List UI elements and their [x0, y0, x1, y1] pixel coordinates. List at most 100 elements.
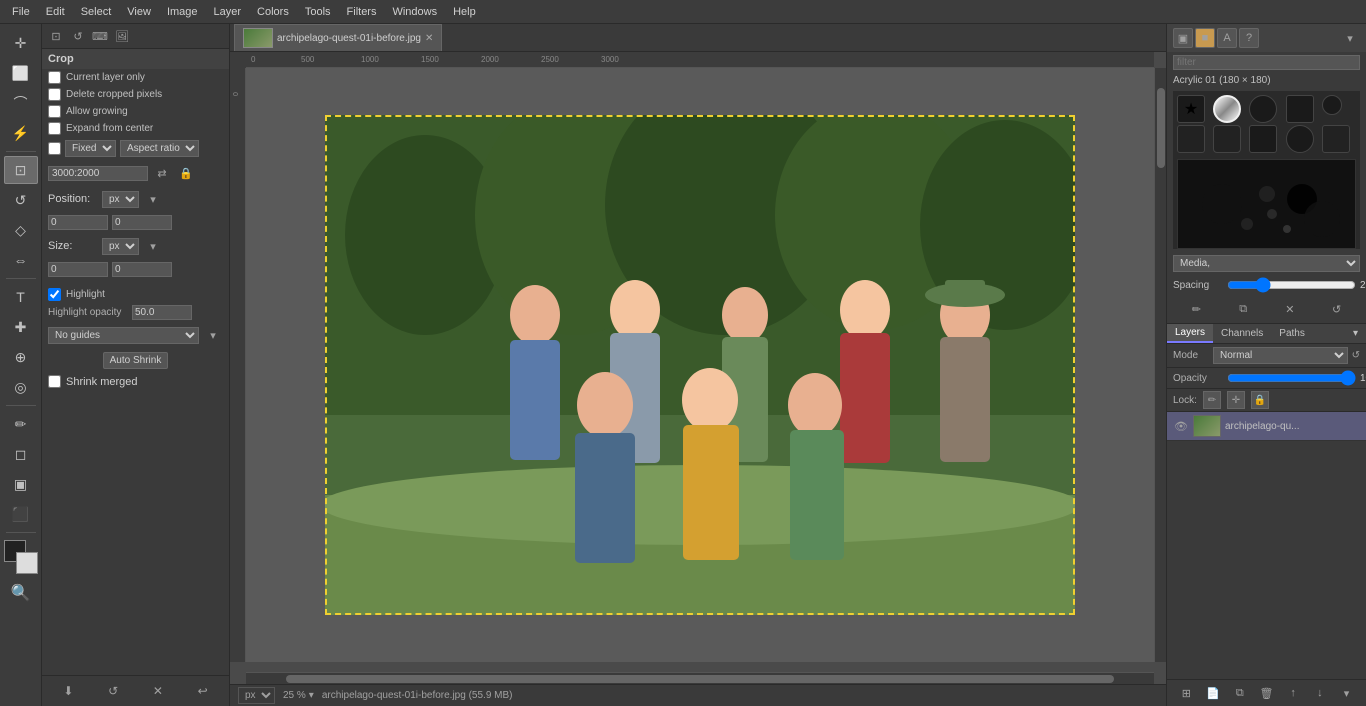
rotate-tool[interactable]: ↺: [4, 186, 38, 214]
brush-text-icon[interactable]: A: [1217, 28, 1237, 48]
current-layer-checkbox[interactable]: [48, 71, 61, 84]
canvas-tab-main[interactable]: archipelago-quest-01i-before.jpg ✕: [234, 24, 442, 51]
brush-delete-icon[interactable]: ✕: [1279, 298, 1301, 320]
position-x-input[interactable]: [48, 215, 108, 230]
brush-swatch-circle1[interactable]: [1322, 95, 1342, 115]
paint-tool[interactable]: ✏: [4, 410, 38, 438]
scrollbar-thumb-h[interactable]: [286, 675, 1114, 683]
aspect-ratio-select[interactable]: Aspect ratio: [120, 140, 199, 157]
guides-select[interactable]: No guides: [48, 327, 199, 344]
brush-swatch-acrylic1[interactable]: [1213, 95, 1241, 123]
swap-icon[interactable]: ⇄: [152, 163, 172, 183]
scrollbar-horizontal[interactable]: [246, 672, 1154, 684]
panel-image-icon[interactable]: 🖼: [112, 26, 132, 46]
unit-select[interactable]: px: [238, 687, 275, 704]
media-select[interactable]: Media,: [1173, 255, 1360, 272]
layers-menu-btn[interactable]: ▾: [1337, 683, 1357, 703]
text-tool[interactable]: T: [4, 283, 38, 311]
opacity-slider[interactable]: [1227, 370, 1356, 386]
size-value-input[interactable]: [48, 166, 148, 181]
duplicate-layer-btn[interactable]: ⧉: [1230, 683, 1250, 703]
scrollbar-thumb-v[interactable]: [1157, 88, 1165, 168]
lock-ratio-icon[interactable]: 🔒: [176, 163, 196, 183]
fill-tool[interactable]: ▣: [4, 470, 38, 498]
tab-paths[interactable]: Paths: [1271, 325, 1313, 342]
canvas-content[interactable]: [246, 68, 1154, 662]
scrollbar-vertical[interactable]: [1154, 68, 1166, 662]
size-h-input[interactable]: [112, 262, 172, 277]
gradient-tool[interactable]: ⬛: [4, 500, 38, 528]
zoom-dropdown[interactable]: ▾: [309, 690, 314, 701]
restore-defaults-icon[interactable]: ⬇: [57, 680, 79, 702]
delete-preset-icon[interactable]: ✕: [147, 680, 169, 702]
new-layer-group-btn[interactable]: ⊞: [1176, 683, 1196, 703]
heal-tool[interactable]: ✚: [4, 313, 38, 341]
shrink-merged-checkbox[interactable]: [48, 375, 61, 388]
brush-swatch-dot2[interactable]: [1286, 95, 1314, 123]
reset-icon[interactable]: ↩: [192, 680, 214, 702]
auto-shrink-button[interactable]: Auto Shrink: [103, 352, 169, 369]
size-unit-select[interactable]: px: [102, 238, 139, 255]
panel-device-icon[interactable]: ⌨: [90, 26, 110, 46]
menu-image[interactable]: Image: [159, 4, 206, 20]
layers-reset-icon[interactable]: ↺: [1352, 350, 1360, 361]
clone-tool[interactable]: ⊕: [4, 343, 38, 371]
layer-down-btn[interactable]: ↓: [1310, 683, 1330, 703]
layers-expand-btn[interactable]: ▾: [1345, 325, 1366, 342]
brush-swatch-star[interactable]: ★: [1177, 95, 1205, 123]
brush-swatch-misc1[interactable]: [1177, 125, 1205, 153]
position-y-input[interactable]: [112, 215, 172, 230]
allow-growing-checkbox[interactable]: [48, 105, 61, 118]
layer-visibility-icon[interactable]: 👁: [1173, 418, 1189, 434]
brush-swatch-dot1[interactable]: [1249, 95, 1277, 123]
size-w-input[interactable]: [48, 262, 108, 277]
tab-close-button[interactable]: ✕: [425, 33, 433, 44]
delete-cropped-checkbox[interactable]: [48, 88, 61, 101]
free-select-tool[interactable]: ⌒: [4, 89, 38, 117]
brush-swatch-misc5[interactable]: [1322, 125, 1350, 153]
tab-channels[interactable]: Channels: [1213, 325, 1271, 342]
position-dropdown-icon[interactable]: ▾: [143, 189, 163, 209]
guides-dropdown-icon[interactable]: ▾: [203, 325, 223, 345]
blur-tool[interactable]: ◎: [4, 373, 38, 401]
menu-select[interactable]: Select: [73, 4, 120, 20]
menu-view[interactable]: View: [119, 4, 159, 20]
brush-help-icon[interactable]: ?: [1239, 28, 1259, 48]
brush-grid-icon[interactable]: ▣: [1173, 28, 1193, 48]
spacing-slider[interactable]: [1227, 277, 1356, 293]
lock-pixels-btn[interactable]: ✏: [1203, 391, 1221, 409]
search-tool[interactable]: 🔍: [4, 579, 38, 607]
expand-from-center-checkbox[interactable]: [48, 122, 61, 135]
fixed-select[interactable]: Fixed: [65, 140, 116, 157]
panel-tool-icon[interactable]: ⊡: [46, 26, 66, 46]
menu-edit[interactable]: Edit: [38, 4, 73, 20]
menu-filters[interactable]: Filters: [339, 4, 385, 20]
brush-edit-icon[interactable]: ✏: [1185, 298, 1207, 320]
menu-file[interactable]: File: [4, 4, 38, 20]
lock-position-btn[interactable]: ✛: [1227, 391, 1245, 409]
fixed-checkbox[interactable]: [48, 142, 61, 155]
menu-colors[interactable]: Colors: [249, 4, 297, 20]
layer-item[interactable]: 👁 archipelago-qu...: [1167, 412, 1366, 441]
brush-copy-icon[interactable]: ⧉: [1232, 298, 1254, 320]
menu-windows[interactable]: Windows: [384, 4, 445, 20]
move-tool[interactable]: ✛: [4, 29, 38, 57]
brush-refresh-icon[interactable]: ↺: [1326, 298, 1348, 320]
position-unit-select[interactable]: px: [102, 191, 139, 208]
brush-panel-menu[interactable]: ▾: [1340, 28, 1360, 48]
menu-help[interactable]: Help: [445, 4, 484, 20]
brush-color-icon[interactable]: ■: [1195, 28, 1215, 48]
crop-tool[interactable]: ⊡: [4, 156, 38, 184]
fuzzy-select-tool[interactable]: ⚡: [4, 119, 38, 147]
delete-layer-btn[interactable]: 🗑: [1256, 683, 1276, 703]
erase-tool[interactable]: ◻: [4, 440, 38, 468]
layer-up-btn[interactable]: ↑: [1283, 683, 1303, 703]
rect-select-tool[interactable]: ⬜: [4, 59, 38, 87]
panel-history-icon[interactable]: ↺: [68, 26, 88, 46]
brush-swatch-misc4[interactable]: [1286, 125, 1314, 153]
menu-layer[interactable]: Layer: [206, 4, 250, 20]
size-dropdown-icon[interactable]: ▾: [143, 236, 163, 256]
new-layer-btn[interactable]: 📄: [1203, 683, 1223, 703]
highlight-opacity-input[interactable]: [132, 305, 192, 320]
perspective-tool[interactable]: ◇: [4, 216, 38, 244]
